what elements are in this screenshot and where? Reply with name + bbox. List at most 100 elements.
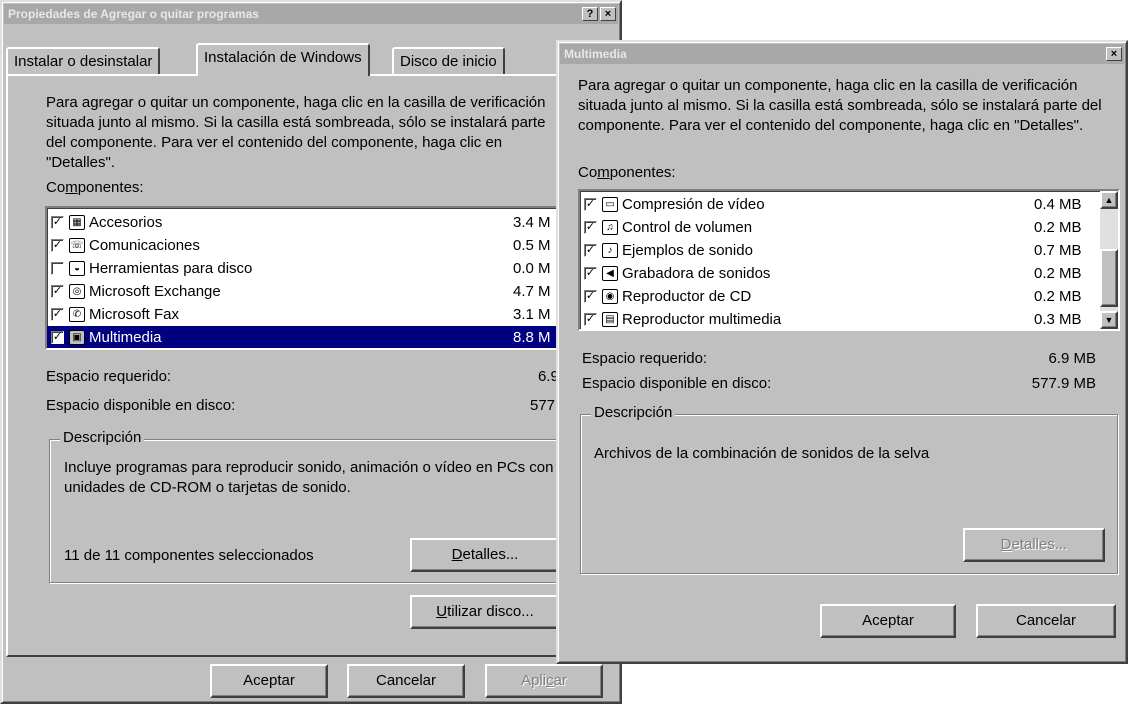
components-label: Componentes: — [578, 164, 676, 181]
exchange-icon: ◎ — [69, 284, 85, 299]
space-required-label: Espacio requerido: — [582, 350, 708, 367]
title-bar[interactable]: Propiedades de Agregar o quitar programa… — [4, 4, 618, 24]
component-name: Control de volumen — [622, 219, 753, 236]
apply-button[interactable]: Aplicar — [485, 664, 603, 698]
use-disk-button[interactable]: Utilizar disco... — [410, 595, 560, 629]
component-size: 0.3 MB — [1034, 311, 1082, 328]
list-item[interactable]: ✓ ◀ Grabadora de sonidos 0.2 MB — [580, 262, 1118, 285]
selected-count: 11 de 11 componentes seleccionados — [64, 547, 314, 564]
checkbox[interactable] — [51, 262, 64, 275]
add-remove-programs-window: Propiedades de Agregar o quitar programa… — [0, 0, 622, 704]
accessories-icon: ▦ — [69, 215, 85, 230]
close-button[interactable]: × — [1106, 47, 1122, 61]
tab-label: Instalar o desinstalar — [14, 53, 153, 70]
instructions-text: Para agregar o quitar un componente, hag… — [578, 77, 1102, 134]
list-item[interactable]: ✓ ◎ Microsoft Exchange 4.7 M — [47, 280, 573, 303]
checkbox[interactable]: ✓ — [584, 198, 597, 211]
checkbox[interactable]: ✓ — [51, 216, 64, 229]
close-button[interactable]: × — [600, 7, 616, 21]
details-button[interactable]: Detalles... — [963, 528, 1105, 562]
checkbox[interactable]: ✓ — [584, 267, 597, 280]
component-size: 0.2 MB — [1034, 288, 1082, 305]
space-available-value: 577.9 MB — [1031, 375, 1096, 392]
list-item[interactable]: ✓ ☏ Comunicaciones 0.5 M — [47, 234, 573, 257]
cd-player-icon: ◉ — [602, 289, 618, 304]
disk-tools-icon: ◒ — [69, 261, 85, 276]
checkbox[interactable]: ✓ — [584, 313, 597, 326]
component-size: 0.0 M — [513, 260, 551, 277]
ok-button[interactable]: Aceptar — [820, 604, 956, 638]
video-compression-icon: ▭ — [602, 197, 618, 212]
window-title: Propiedades de Agregar o quitar programa… — [8, 7, 259, 21]
space-required-value: 6.9 MB — [1048, 350, 1096, 367]
checkbox[interactable]: ✓ — [584, 290, 597, 303]
space-available-label: Espacio disponible en disco: — [582, 375, 772, 392]
component-size: 0.7 MB — [1034, 242, 1082, 259]
checkbox[interactable]: ✓ — [51, 285, 64, 298]
checkbox[interactable]: ✓ — [584, 221, 597, 234]
component-name: Microsoft Fax — [89, 306, 180, 323]
list-item[interactable]: ◒ Herramientas para disco 0.0 M — [47, 257, 573, 280]
tab-label: Disco de inicio — [400, 53, 497, 70]
tab-install-uninstall[interactable]: Instalar o desinstalar — [6, 47, 161, 75]
window-title: Multimedia — [564, 47, 627, 61]
component-name: Accesorios — [89, 214, 163, 231]
description-legend: Descripción — [60, 429, 145, 446]
sound-recorder-icon: ◀ — [602, 266, 618, 281]
component-name: Ejemplos de sonido — [622, 242, 753, 259]
component-name: Reproductor multimedia — [622, 311, 782, 328]
component-name: Comunicaciones — [89, 237, 200, 254]
description-text: Archivos de la combinación de sonidos de… — [594, 445, 930, 462]
list-item[interactable]: ✓ ♫ Control de volumen 0.2 MB — [580, 216, 1118, 239]
component-size: 4.7 M — [513, 283, 551, 300]
components-label: Componentes: — [46, 179, 144, 196]
components-list[interactable]: ✓ ▦ Accesorios 3.4 M ✓ ☏ Comunicaciones … — [45, 206, 575, 350]
scroll-thumb[interactable] — [1100, 249, 1118, 307]
cancel-button[interactable]: Cancelar — [347, 664, 465, 698]
checkbox[interactable]: ✓ — [51, 331, 64, 344]
checkbox[interactable]: ✓ — [51, 239, 64, 252]
vertical-scrollbar[interactable]: ▲ ▼ — [1100, 191, 1118, 329]
component-size: 3.1 M — [513, 306, 551, 323]
description-text: Incluye programas para reproducir sonido… — [64, 459, 554, 496]
component-name: Herramientas para disco — [89, 260, 253, 277]
communications-icon: ☏ — [69, 238, 85, 253]
description-legend: Descripción — [591, 404, 676, 421]
component-name: Reproductor de CD — [622, 288, 752, 305]
sound-samples-icon: ♪ — [602, 243, 618, 258]
space-required-label: Espacio requerido: — [46, 368, 172, 385]
details-button[interactable]: Detalles... — [410, 538, 560, 572]
list-item-selected[interactable]: ✓ ▣ Multimedia 8.8 M — [47, 326, 573, 348]
component-size: 3.4 M — [513, 214, 551, 231]
help-button[interactable]: ? — [582, 7, 598, 21]
components-list[interactable]: ✓ ▭ Compresión de vídeo 0.4 MB ✓ ♫ Contr… — [578, 189, 1120, 331]
tab-windows-setup[interactable]: Instalación de Windows — [196, 43, 370, 76]
component-size: 0.2 MB — [1034, 219, 1082, 236]
volume-control-icon: ♫ — [602, 220, 618, 235]
fax-icon: ✆ — [69, 307, 85, 322]
ok-button[interactable]: Aceptar — [210, 664, 328, 698]
scroll-up-icon[interactable]: ▲ — [1100, 191, 1118, 209]
list-item[interactable]: ✓ ♪ Ejemplos de sonido 0.7 MB — [580, 239, 1118, 262]
scroll-down-icon[interactable]: ▼ — [1100, 311, 1118, 329]
tab-startup-disk[interactable]: Disco de inicio — [392, 47, 505, 75]
list-item[interactable]: ✓ ▦ Accesorios 3.4 M — [47, 211, 573, 234]
title-bar[interactable]: Multimedia × — [560, 44, 1124, 64]
component-size: 0.5 M — [513, 237, 551, 254]
tab-label: Instalación de Windows — [204, 49, 362, 66]
component-name: Grabadora de sonidos — [622, 265, 771, 282]
cancel-button[interactable]: Cancelar — [976, 604, 1116, 638]
component-name: Microsoft Exchange — [89, 283, 221, 300]
checkbox[interactable]: ✓ — [51, 308, 64, 321]
checkbox[interactable]: ✓ — [584, 244, 597, 257]
component-name: Compresión de vídeo — [622, 196, 765, 213]
list-item[interactable]: ✓ ✆ Microsoft Fax 3.1 M — [47, 303, 573, 326]
instructions-text: Para agregar o quitar un componente, hag… — [46, 94, 546, 171]
list-item[interactable]: ✓ ▭ Compresión de vídeo 0.4 MB — [580, 193, 1118, 216]
list-item[interactable]: ✓ ◉ Reproductor de CD 0.2 MB — [580, 285, 1118, 308]
space-available-label: Espacio disponible en disco: — [46, 397, 236, 414]
component-size: 0.2 MB — [1034, 265, 1082, 282]
multimedia-icon: ▣ — [69, 330, 85, 345]
list-item[interactable]: ✓ ▤ Reproductor multimedia 0.3 MB — [580, 308, 1118, 329]
media-player-icon: ▤ — [602, 312, 618, 327]
